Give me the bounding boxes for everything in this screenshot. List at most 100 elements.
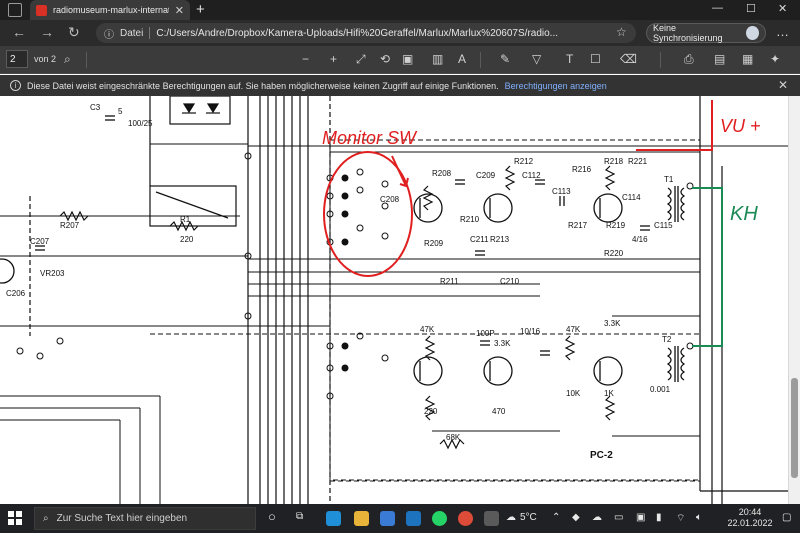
- chevron-up-icon[interactable]: ⌃: [552, 512, 560, 523]
- rotate-icon[interactable]: ⟲: [380, 52, 390, 66]
- tab-close-icon[interactable]: ✕: [175, 4, 184, 17]
- label-r470: 470: [492, 407, 506, 416]
- notification-icon[interactable]: ▢: [782, 512, 791, 523]
- erase-icon[interactable]: ⌫: [620, 52, 637, 66]
- label-vr: VR203: [40, 269, 65, 278]
- label-r211: R211: [440, 277, 459, 286]
- label-c33k2: 3.3K: [604, 319, 621, 328]
- refresh-icon[interactable]: ↻: [68, 24, 80, 41]
- read-aloud-icon[interactable]: A: [458, 52, 466, 66]
- vu-annotation: VU +: [636, 100, 761, 151]
- note-icon[interactable]: ☐: [590, 52, 601, 66]
- label-r10k: 10K: [566, 389, 581, 398]
- app-icon[interactable]: [484, 511, 499, 526]
- label-r68k: 68K: [446, 433, 461, 442]
- cloud-icon[interactable]: ☁: [592, 512, 602, 523]
- fit-page-icon[interactable]: ⤢: [356, 52, 366, 67]
- print-icon[interactable]: ⎙: [684, 52, 694, 67]
- dropbox-icon[interactable]: ◆: [572, 512, 580, 523]
- pdf-favicon-icon: [36, 4, 47, 16]
- transformers: [666, 186, 686, 382]
- pin-icon[interactable]: ✦: [770, 52, 780, 66]
- tab-strip: radiomuseum-marlux-internation ✕ + — ☐ ✕: [0, 0, 800, 20]
- label-c209: C209: [476, 171, 496, 180]
- label-r1: R1: [180, 215, 191, 224]
- whatsapp-icon[interactable]: [432, 511, 447, 526]
- label-r47k: 47K: [420, 325, 435, 334]
- browser-tab[interactable]: radiomuseum-marlux-internation ✕: [30, 0, 190, 20]
- back-arrow-icon[interactable]: ←: [12, 24, 26, 40]
- task-view-icon[interactable]: ⧉: [296, 511, 303, 522]
- save-as-icon[interactable]: ▦: [742, 52, 753, 66]
- close-window-button[interactable]: ✕: [778, 2, 787, 15]
- vertical-scrollbar[interactable]: [788, 96, 800, 504]
- scrollbar-thumb[interactable]: [791, 378, 798, 478]
- text-icon[interactable]: T: [566, 52, 573, 66]
- taskbar-search-placeholder: Zur Suche Text hier eingeben: [56, 513, 188, 524]
- edge-icon[interactable]: [326, 511, 341, 526]
- toolbar-divider: [86, 52, 87, 68]
- page-number-input[interactable]: [6, 50, 28, 68]
- device-icon[interactable]: ▭: [614, 512, 623, 523]
- wifi-icon[interactable]: ⌔: [676, 512, 685, 525]
- volume-icon[interactable]: 🔈︎: [696, 512, 702, 523]
- label-r208: R208: [432, 169, 452, 178]
- resistors: [59, 165, 616, 450]
- monitor-icon[interactable]: ▣: [636, 512, 645, 523]
- favorite-star-icon[interactable]: ☆: [616, 25, 627, 39]
- taskbar-search[interactable]: ⌕ Zur Suche Text hier eingeben: [34, 507, 256, 530]
- tab-actions-icon[interactable]: [8, 3, 22, 17]
- page-count-label: von 2: [34, 54, 57, 64]
- kh-label: KH: [730, 203, 758, 225]
- windows-start-icon[interactable]: [8, 511, 22, 525]
- monitor-sw-annotation: Monitor SW: [322, 128, 418, 277]
- battery-icon[interactable]: ▮: [656, 512, 662, 523]
- label-c001: 0.001: [650, 385, 671, 394]
- mail-icon[interactable]: [406, 511, 421, 526]
- store-icon[interactable]: [380, 511, 395, 526]
- switch-contacts: [16, 152, 694, 400]
- taskbar-clock[interactable]: 20:44 22.01.2022: [726, 507, 774, 529]
- info-icon[interactable]: ⓘ: [104, 26, 114, 41]
- url-scheme-label: Datei: [120, 27, 144, 39]
- label-r218: R218: [604, 157, 624, 166]
- two-page-icon[interactable]: ▥: [432, 52, 443, 66]
- url-divider: [149, 27, 151, 39]
- label-r220c: 220: [424, 407, 438, 416]
- url-box[interactable]: ⓘ Datei C:/Users/Andre/Dropbox/Kamera-Up…: [96, 23, 636, 43]
- pot-box: [149, 185, 237, 227]
- forward-arrow-icon[interactable]: →: [40, 24, 54, 40]
- weather-icon[interactable]: ☁: [506, 512, 516, 523]
- tab-title: radiomuseum-marlux-internation: [53, 5, 169, 15]
- close-icon[interactable]: ✕: [778, 78, 788, 92]
- weather-temp[interactable]: 5°C: [520, 512, 537, 523]
- permissions-link[interactable]: Berechtigungen anzeigen: [505, 81, 607, 91]
- clock-date: 22.01.2022: [727, 518, 773, 528]
- label-t2: T2: [662, 335, 672, 344]
- maximize-button[interactable]: ☐: [746, 2, 756, 15]
- zoom-out-icon[interactable]: −: [302, 52, 309, 66]
- minimize-button[interactable]: —: [712, 2, 723, 14]
- label-c207: C207: [30, 237, 50, 246]
- search-icon[interactable]: ⌕: [64, 52, 71, 67]
- page-view-icon[interactable]: ▣: [402, 52, 413, 66]
- pdf-document-view[interactable]: C3 5 100/25 C207 R207 R1 220 C206 VR203 …: [0, 96, 788, 504]
- highlight-icon[interactable]: ▽: [532, 52, 541, 66]
- draw-icon[interactable]: ✎: [500, 52, 510, 66]
- label-c206: C206: [6, 289, 26, 298]
- save-icon[interactable]: ▤: [714, 52, 725, 66]
- sync-button[interactable]: Keine Synchronisierung: [646, 23, 766, 43]
- cortana-icon[interactable]: ○: [268, 509, 276, 524]
- file-explorer-icon[interactable]: [354, 511, 369, 526]
- label-c115: C115: [654, 221, 673, 230]
- more-menu-icon[interactable]: …: [776, 24, 789, 39]
- bus-lines: [29, 96, 788, 504]
- zoom-in-icon[interactable]: +: [330, 52, 337, 66]
- url-text[interactable]: C:/Users/Andre/Dropbox/Kamera-Uploads/Hi…: [156, 28, 558, 39]
- chrome-icon[interactable]: [458, 511, 473, 526]
- new-tab-button[interactable]: +: [196, 1, 205, 18]
- diodes: [169, 96, 231, 125]
- clock-time: 20:44: [738, 507, 762, 517]
- label-c33k: 3.3K: [494, 339, 511, 348]
- address-bar-row: ← → ↻ ⓘ Datei C:/Users/Andre/Dropbox/Kam…: [0, 20, 800, 46]
